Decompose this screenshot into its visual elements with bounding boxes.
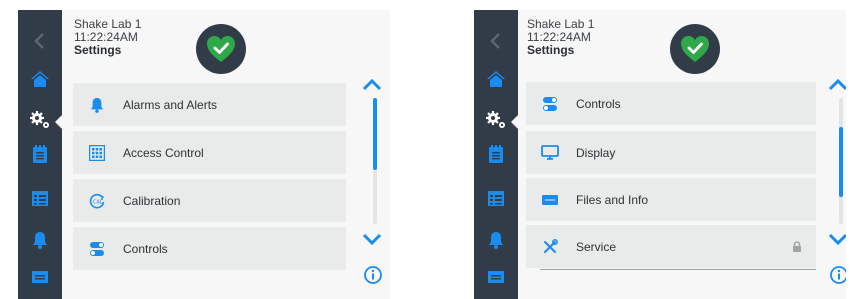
home-icon[interactable] bbox=[26, 65, 54, 93]
toggle-icon bbox=[540, 94, 560, 114]
menu-item-label: Files and Info bbox=[576, 192, 649, 207]
back-icon[interactable] bbox=[482, 27, 510, 55]
header: Shake Lab 1 11:22:24AM Settings bbox=[527, 18, 594, 57]
status-indicator[interactable] bbox=[196, 24, 246, 74]
menu-item-label: Alarms and Alerts bbox=[123, 97, 218, 112]
active-nav-pointer bbox=[511, 115, 518, 129]
calendar-icon[interactable] bbox=[482, 184, 510, 212]
scroll-down-icon[interactable] bbox=[362, 232, 382, 250]
scroll-up-icon[interactable] bbox=[828, 78, 846, 96]
menu-item-alarms[interactable]: Alarms and Alerts bbox=[73, 83, 346, 126]
notes-icon[interactable] bbox=[26, 140, 54, 168]
card-icon bbox=[540, 190, 560, 210]
calendar-icon[interactable] bbox=[26, 184, 54, 212]
menu-item-label: Controls bbox=[123, 241, 168, 256]
card-icon[interactable] bbox=[26, 263, 54, 291]
menu-item-files-and-info[interactable]: Files and Info bbox=[526, 178, 816, 221]
menu-item-access-control[interactable]: Access Control bbox=[73, 131, 346, 174]
menu-item-controls[interactable]: Controls bbox=[73, 227, 346, 270]
notes-icon[interactable] bbox=[482, 140, 510, 168]
scroll-thumb[interactable] bbox=[373, 98, 377, 170]
lock-icon bbox=[792, 240, 802, 258]
page-title: Settings bbox=[74, 43, 122, 57]
back-icon[interactable] bbox=[26, 27, 54, 55]
menu-item-label: Display bbox=[576, 145, 616, 160]
page-title: Settings bbox=[527, 43, 575, 57]
ok-check-heart-icon bbox=[681, 36, 709, 62]
sidebar bbox=[474, 10, 518, 299]
menu-item-label: Calibration bbox=[123, 193, 181, 208]
settings-screen-left: Shake Lab 1 11:22:24AM Settings Alarms a… bbox=[18, 10, 390, 299]
sidebar bbox=[18, 10, 62, 299]
info-icon[interactable] bbox=[364, 266, 382, 289]
settings-icon[interactable] bbox=[482, 106, 510, 134]
list-divider bbox=[540, 269, 816, 270]
settings-screen-right: Shake Lab 1 11:22:24AM Settings Controls… bbox=[474, 10, 846, 299]
svg-text:CAL: CAL bbox=[93, 199, 103, 205]
ok-check-heart-icon bbox=[207, 36, 235, 62]
card-icon[interactable] bbox=[482, 263, 510, 291]
menu-item-label: Service bbox=[576, 239, 617, 254]
bell-icon[interactable] bbox=[482, 226, 510, 254]
menu-item-service[interactable]: Service bbox=[526, 225, 816, 268]
tools-icon bbox=[540, 237, 560, 257]
menu-item-controls[interactable]: Controls bbox=[526, 82, 816, 125]
header: Shake Lab 1 11:22:24AM Settings bbox=[74, 18, 141, 57]
scroll-thumb[interactable] bbox=[839, 127, 843, 197]
scroll-up-icon[interactable] bbox=[362, 78, 382, 96]
bell-icon bbox=[87, 95, 107, 115]
menu-item-calibration[interactable]: CAL Calibration bbox=[73, 179, 346, 222]
calibration-icon: CAL bbox=[87, 191, 107, 211]
status-indicator[interactable] bbox=[670, 24, 720, 74]
keypad-icon bbox=[87, 143, 107, 163]
menu-item-display[interactable]: Display bbox=[526, 131, 816, 174]
toggle-icon bbox=[87, 239, 107, 259]
home-icon[interactable] bbox=[482, 65, 510, 93]
menu-item-label: Access Control bbox=[123, 145, 204, 160]
bell-icon[interactable] bbox=[26, 226, 54, 254]
info-icon[interactable] bbox=[830, 266, 846, 289]
active-nav-pointer bbox=[55, 115, 62, 129]
settings-icon[interactable] bbox=[26, 106, 54, 134]
menu-item-label: Controls bbox=[576, 96, 621, 111]
monitor-icon bbox=[540, 143, 560, 163]
scroll-down-icon[interactable] bbox=[828, 232, 846, 250]
